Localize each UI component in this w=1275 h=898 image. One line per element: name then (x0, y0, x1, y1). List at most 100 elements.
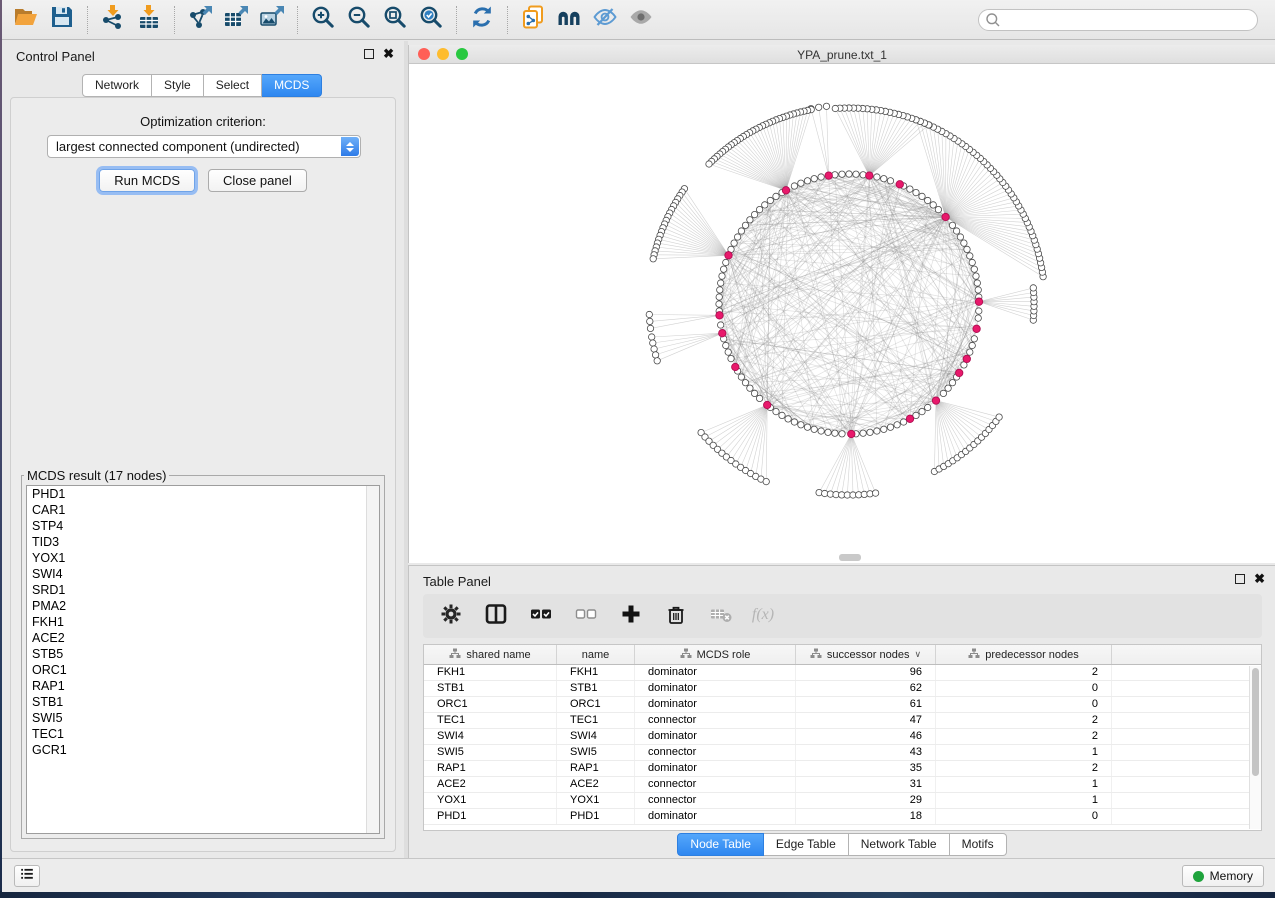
network-node[interactable] (881, 426, 887, 432)
table-row[interactable]: YOX1YOX1connector291 (424, 793, 1261, 809)
network-node[interactable] (791, 183, 797, 189)
network-hscrollbar-thumb[interactable] (839, 554, 861, 561)
network-node[interactable] (907, 186, 913, 192)
network-node[interactable] (716, 294, 722, 300)
network-node[interactable] (940, 390, 946, 396)
network-node[interactable] (811, 176, 817, 182)
network-node[interactable] (872, 490, 878, 496)
network-node[interactable] (975, 287, 981, 293)
network-node[interactable] (773, 408, 779, 414)
mcds-result-item[interactable]: TEC1 (27, 726, 366, 742)
network-node[interactable] (728, 355, 734, 361)
mcds-result-item[interactable]: SWI4 (27, 566, 366, 582)
network-node[interactable] (975, 315, 981, 321)
network-node[interactable] (717, 287, 723, 293)
network-node[interactable] (747, 217, 753, 223)
network-node[interactable] (949, 380, 955, 386)
mcds-node[interactable] (782, 187, 789, 194)
network-node[interactable] (839, 171, 845, 177)
network-node[interactable] (945, 385, 951, 391)
mcds-result-item[interactable]: FKH1 (27, 614, 366, 630)
network-node[interactable] (832, 430, 838, 436)
network-node[interactable] (887, 178, 893, 184)
network-node[interactable] (650, 256, 656, 262)
network-node[interactable] (887, 424, 893, 430)
network-node[interactable] (930, 202, 936, 208)
open-session-button[interactable] (8, 4, 44, 36)
network-node[interactable] (971, 336, 977, 342)
network-node[interactable] (996, 414, 1002, 420)
delete-column-button[interactable] (662, 602, 690, 630)
table-row[interactable]: ORC1ORC1dominator610 (424, 697, 1261, 713)
mcds-node[interactable] (725, 252, 732, 259)
network-node[interactable] (818, 428, 824, 434)
mcds-node[interactable] (932, 397, 939, 404)
network-node[interactable] (719, 273, 725, 279)
run-mcds-button[interactable]: Run MCDS (99, 169, 195, 192)
table-row[interactable]: RAP1RAP1dominator352 (424, 761, 1261, 777)
import-table-button[interactable] (131, 4, 167, 36)
network-node[interactable] (919, 193, 925, 199)
network-node[interactable] (763, 478, 769, 484)
import-network-button[interactable] (95, 4, 131, 36)
control-panel-close-icon[interactable]: ✖ (383, 49, 394, 59)
tab-mcds[interactable]: MCDS (262, 74, 322, 97)
network-node[interactable] (785, 416, 791, 422)
mcds-result-item[interactable]: GCR1 (27, 742, 366, 758)
network-node[interactable] (1030, 285, 1036, 291)
mcds-node[interactable] (942, 213, 949, 220)
network-node[interactable] (742, 222, 748, 228)
zoom-in-button[interactable] (305, 4, 341, 36)
network-node[interactable] (919, 408, 925, 414)
network-node[interactable] (971, 266, 977, 272)
network-node[interactable] (853, 171, 859, 177)
network-node[interactable] (967, 349, 973, 355)
export-table-button[interactable] (218, 4, 254, 36)
network-node[interactable] (779, 412, 785, 418)
mcds-node[interactable] (906, 415, 913, 422)
mcds-list-scrollbar[interactable] (366, 486, 379, 833)
mcds-node[interactable] (848, 430, 855, 437)
mcds-result-item[interactable]: STB5 (27, 646, 366, 662)
network-node[interactable] (798, 422, 804, 428)
search-input[interactable] (978, 9, 1258, 31)
column-header-predecessor-nodes[interactable]: predecessor nodes (936, 645, 1112, 664)
network-node[interactable] (652, 352, 658, 358)
mcds-result-item[interactable]: TID3 (27, 534, 366, 550)
network-node[interactable] (723, 259, 729, 265)
network-node[interactable] (967, 253, 973, 259)
control-panel-float-icon[interactable] (364, 49, 374, 59)
network-node[interactable] (818, 174, 824, 180)
tab-motifs[interactable]: Motifs (950, 833, 1007, 856)
mcds-node[interactable] (896, 181, 903, 188)
table-row[interactable]: TEC1TEC1connector472 (424, 713, 1261, 729)
deselect-all-button[interactable] (572, 602, 600, 630)
tab-network[interactable]: Network (82, 74, 152, 97)
network-node[interactable] (738, 374, 744, 380)
network-node[interactable] (718, 322, 724, 328)
table-vscrollbar-thumb[interactable] (1252, 668, 1259, 776)
network-node[interactable] (773, 193, 779, 199)
select-all-button[interactable] (527, 602, 555, 630)
mcds-result-item[interactable]: SRD1 (27, 582, 366, 598)
export-network-button[interactable] (182, 4, 218, 36)
network-node[interactable] (811, 426, 817, 432)
mcds-result-item[interactable]: ORC1 (27, 662, 366, 678)
network-node[interactable] (874, 174, 880, 180)
network-node[interactable] (742, 380, 748, 386)
mcds-node[interactable] (719, 330, 726, 337)
network-node[interactable] (953, 228, 959, 234)
network-node[interactable] (734, 234, 740, 240)
network-node[interactable] (756, 395, 762, 401)
refresh-button[interactable] (464, 4, 500, 36)
network-node[interactable] (650, 340, 656, 346)
mcds-node[interactable] (866, 172, 873, 179)
mcds-node[interactable] (716, 312, 723, 319)
show-all-button[interactable] (623, 4, 659, 36)
mcds-result-item[interactable]: RAP1 (27, 678, 366, 694)
network-node[interactable] (976, 308, 982, 314)
binoculars-button[interactable] (551, 4, 587, 36)
network-node[interactable] (974, 280, 980, 286)
network-node[interactable] (949, 222, 955, 228)
tab-select[interactable]: Select (204, 74, 262, 97)
